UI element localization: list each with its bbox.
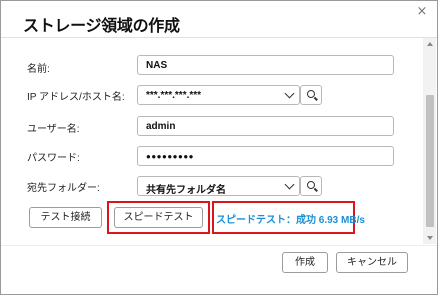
chevron-down-icon [284, 88, 295, 99]
dialog-title: ストレージ領域の作成 [23, 16, 180, 35]
scroll-up-arrow-icon[interactable] [427, 42, 433, 46]
title-divider [1, 37, 437, 38]
ip-address-value: ***.***.***.*** [146, 90, 202, 101]
scrollbar-thumb[interactable] [426, 95, 434, 227]
close-icon[interactable]: × [415, 5, 429, 19]
destination-folder-label: 宛先フォルダー: [27, 183, 100, 194]
create-button[interactable]: 作成 [282, 252, 328, 273]
ip-search-button[interactable] [300, 85, 322, 105]
create-storage-dialog: ストレージ領域の作成 × 名前: NAS IP アドレス/ホスト名: ***.*… [0, 0, 438, 295]
destination-folder-value: 共有先フォルダ名 [146, 185, 226, 196]
ip-address-label: IP アドレス/ホスト名: [27, 92, 125, 103]
speed-test-result: スピードテスト：成功 6.93 MB/s [216, 215, 365, 226]
username-field[interactable]: admin [137, 116, 394, 136]
name-field[interactable]: NAS [137, 55, 394, 75]
username-label: ユーザー名: [27, 124, 80, 135]
ip-address-select[interactable]: ***.***.***.*** [137, 85, 300, 105]
destination-folder-select[interactable]: 共有先フォルダ名 [137, 176, 300, 196]
cancel-button[interactable]: キャンセル [336, 252, 408, 273]
chevron-down-icon [284, 179, 295, 190]
scroll-down-arrow-icon[interactable] [427, 236, 433, 240]
test-connection-button[interactable]: テスト接続 [29, 207, 102, 228]
folder-search-button[interactable] [300, 176, 322, 196]
password-label: パスワード: [27, 153, 80, 164]
name-label: 名前: [27, 64, 50, 75]
speed-test-button[interactable]: スピードテスト [114, 207, 203, 228]
footer-divider [1, 245, 437, 246]
password-field[interactable]: ●●●●●●●●● [137, 146, 394, 166]
